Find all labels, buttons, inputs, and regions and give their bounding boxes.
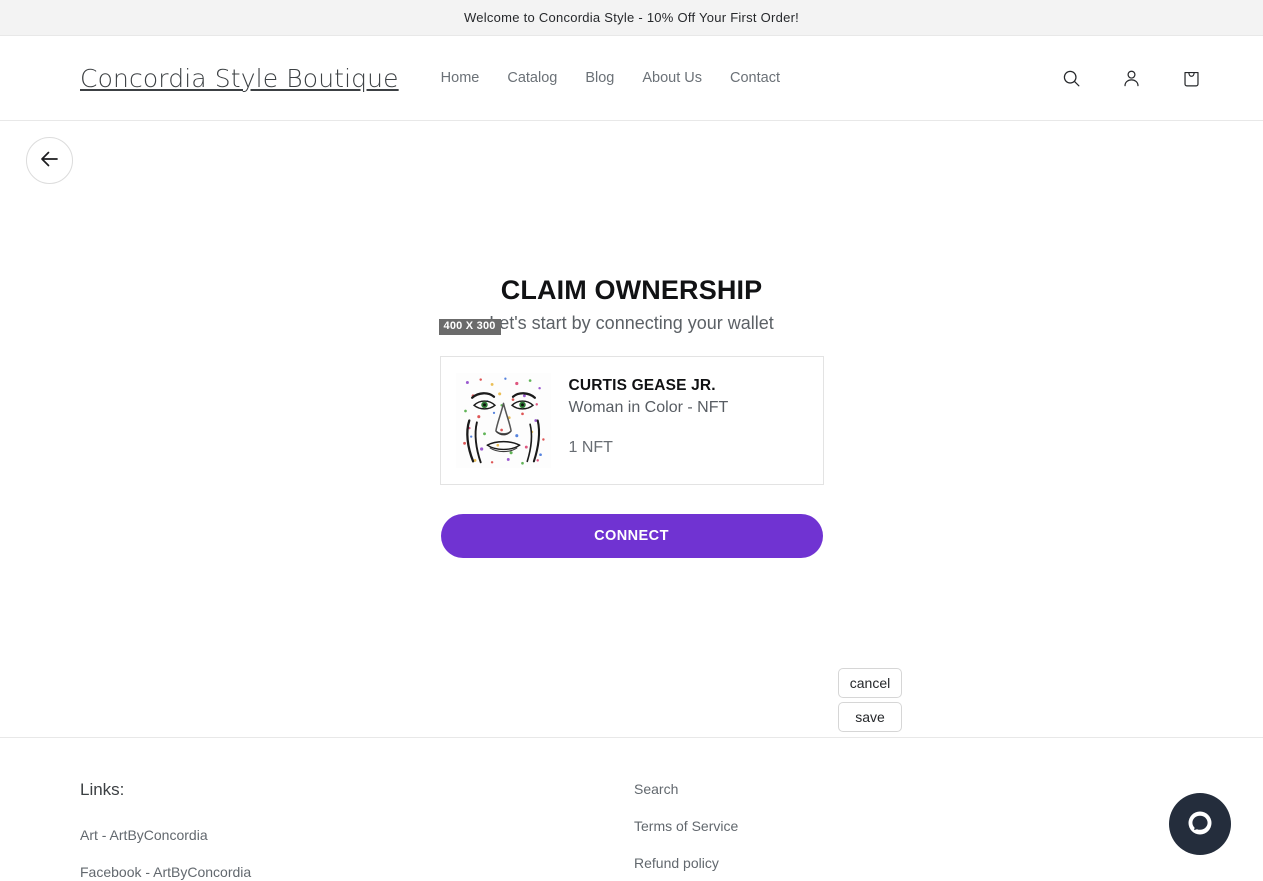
brand-logo[interactable]: Concordia Style Boutique <box>80 64 399 93</box>
nft-artwork-thumbnail <box>455 372 551 468</box>
image-size-badge: 400 X 300 <box>438 319 501 335</box>
nft-count: 1 NFT <box>568 438 613 456</box>
nft-card[interactable]: CURTIS GEASE JR. Woman in Color - NFT 1 … <box>439 355 824 485</box>
save-button[interactable]: save <box>838 702 902 732</box>
nft-info: CURTIS GEASE JR. Woman in Color - NFT 1 … <box>569 373 729 457</box>
main-content: CLAIM OWNERSHIP Let's start by connectin… <box>0 121 1263 737</box>
nft-artist-name: CURTIS GEASE JR. <box>568 376 716 394</box>
cart-icon[interactable] <box>1171 58 1211 98</box>
search-icon[interactable] <box>1051 58 1091 98</box>
footer-policies-column: Search Terms of Service Refund policy <box>634 780 738 881</box>
nav-link-catalog[interactable]: Catalog <box>507 70 557 86</box>
footer-link-terms-of-service[interactable]: Terms of Service <box>634 818 738 834</box>
connect-button[interactable]: CONNECT <box>440 513 823 558</box>
header-actions <box>1051 58 1211 98</box>
announcement-text: Welcome to Concordia Style - 10% Off You… <box>463 10 800 25</box>
account-icon[interactable] <box>1111 58 1151 98</box>
claim-ownership-panel: CLAIM OWNERSHIP Let's start by connectin… <box>438 275 824 558</box>
chat-bubble-icon <box>1180 803 1220 846</box>
announcement-bar: Welcome to Concordia Style - 10% Off You… <box>0 0 1263 36</box>
nav-link-contact[interactable]: Contact <box>730 70 780 86</box>
page-title: CLAIM OWNERSHIP <box>500 275 763 305</box>
site-footer: Links: Art - ArtByConcordia Facebook - A… <box>0 737 1263 881</box>
nav-link-blog[interactable]: Blog <box>585 70 614 86</box>
footer-link-art[interactable]: Art - ArtByConcordia <box>80 827 634 843</box>
chat-widget-button[interactable] <box>1169 793 1231 855</box>
nav-link-home[interactable]: Home <box>441 70 480 86</box>
nav-link-about-us[interactable]: About Us <box>642 70 702 86</box>
footer-links-column: Links: Art - ArtByConcordia Facebook - A… <box>80 780 634 881</box>
footer-link-refund-policy[interactable]: Refund policy <box>634 855 738 871</box>
edit-actions: cancel save <box>838 668 902 732</box>
footer-link-search[interactable]: Search <box>634 781 738 797</box>
cancel-button[interactable]: cancel <box>838 668 902 698</box>
footer-link-facebook[interactable]: Facebook - ArtByConcordia <box>80 864 634 880</box>
nft-title: Woman in Color - NFT <box>568 398 729 416</box>
footer-links-heading: Links: <box>80 780 125 799</box>
main-nav: Home Catalog Blog About Us Contact <box>441 70 780 86</box>
site-header: Concordia Style Boutique Home Catalog Bl… <box>0 36 1263 121</box>
